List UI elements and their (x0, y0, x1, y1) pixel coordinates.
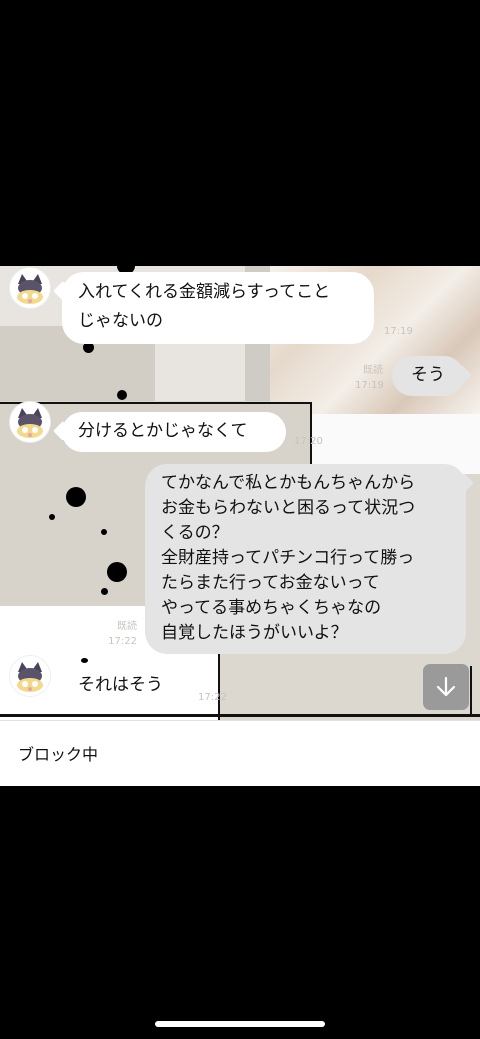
home-indicator[interactable] (155, 1021, 325, 1027)
avatar[interactable] (10, 656, 50, 696)
message-text: やってる事めちゃくちゃなの (161, 598, 382, 618)
blocked-status-label: ブロック中 (18, 745, 99, 764)
arrow-down-icon (436, 676, 456, 697)
message-text: 自覚したほうがいいよ？ (161, 623, 348, 643)
cat-avatar-icon (10, 268, 50, 308)
wallpaper-dot (107, 562, 127, 582)
message-bubble[interactable]: 入れてくれる金額減らすってこと じゃないの (62, 272, 374, 344)
message-text: お金もらわないと困るって状況つ (161, 498, 416, 518)
message-text: それはそう (78, 675, 163, 695)
wallpaper-dot (81, 658, 88, 663)
message-text: 全財産持ってパチンコ行って勝っ (161, 548, 415, 568)
message-text: 入れてくれる金額減らすってこと (78, 282, 331, 302)
read-receipt: 既読 (363, 365, 383, 376)
wallpaper-dot (101, 529, 107, 535)
wallpaper-line-bottom (0, 714, 480, 717)
message-text: くるの？ (161, 523, 229, 543)
message-time: 17:20 (294, 436, 323, 447)
message-bubble[interactable]: それはそう (62, 666, 190, 706)
avatar[interactable] (10, 402, 50, 442)
avatar[interactable] (10, 268, 50, 308)
message-bubble[interactable]: てかなんで私とかもんちゃんから お金もらわないと困るって状況つ くるの？ 全財産… (145, 464, 466, 654)
blocked-footer: ブロック中 (0, 720, 480, 786)
wallpaper-dot (117, 390, 127, 400)
message-text: てかなんで私とかもんちゃんから (161, 473, 416, 493)
message-text: じゃないの (78, 311, 163, 331)
chat-area[interactable]: 入れてくれる金額減らすってこと じゃないの 17:19 既読 17:19 そう … (0, 266, 480, 720)
cat-avatar-icon (10, 656, 50, 696)
message-time: 17:22 (198, 692, 227, 703)
message-text: そう (411, 365, 445, 385)
read-receipt: 既読 (117, 621, 137, 632)
wallpaper-dot (101, 588, 108, 595)
message-text: 分けるとかじゃなくて (78, 421, 248, 441)
wallpaper-dot (66, 487, 86, 507)
message-time: 17:19 (384, 326, 413, 337)
cat-avatar-icon (10, 402, 50, 442)
message-time: 17:22 (108, 636, 137, 647)
wallpaper-dot (49, 514, 55, 520)
message-bubble[interactable]: 分けるとかじゃなくて (62, 412, 286, 452)
message-text: たらまた行ってお金ないって (161, 573, 380, 593)
message-time: 17:19 (355, 380, 384, 391)
wallpaper-line-vertical (470, 666, 472, 716)
scroll-to-bottom-button[interactable] (423, 664, 469, 710)
message-bubble[interactable]: そう (392, 356, 464, 396)
